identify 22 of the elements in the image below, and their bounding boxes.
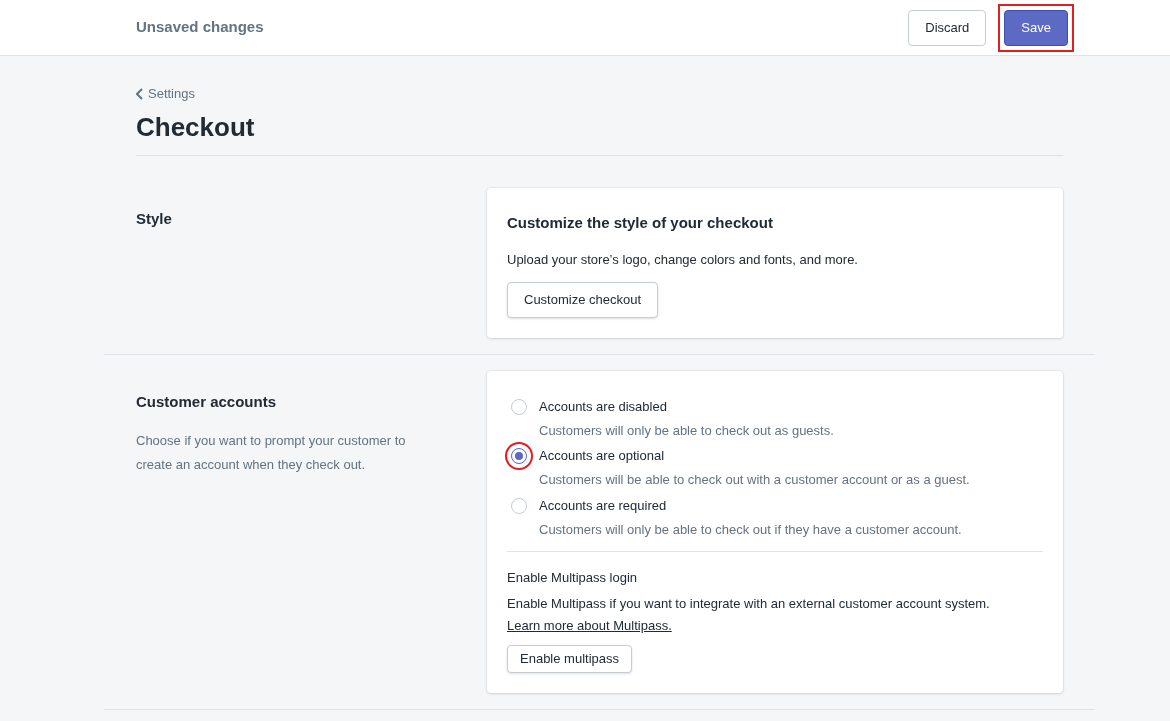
unsaved-changes-title: Unsaved changes xyxy=(136,17,264,38)
radio-label: Accounts are optional xyxy=(539,447,665,466)
card-text: Upload your store’s logo, change colors and fonts, and more. xyxy=(507,251,858,269)
card-heading: Customize the style of your checkout xyxy=(507,212,773,233)
learn-more-link[interactable]: Learn more about Multipass. xyxy=(507,618,672,633)
chevron-left-icon xyxy=(136,87,144,100)
page-title: Checkout xyxy=(136,107,1063,156)
section-title: Style xyxy=(136,208,173,229)
multipass-heading: Enable Multipass login xyxy=(507,569,639,587)
discard-button[interactable]: Discard xyxy=(908,9,987,46)
save-button[interactable]: Save xyxy=(1004,9,1068,46)
section-description: Choose if you want to prompt your customer to create an account when they check out. xyxy=(136,432,407,474)
enable-multipass-button[interactable]: Enable multipass xyxy=(507,645,632,673)
radio-help-text: Customers will only be able to check out as guests. xyxy=(539,421,835,440)
radio-label: Accounts are disabled xyxy=(539,397,667,416)
back-link[interactable]: Settings xyxy=(136,84,1063,104)
multipass-text: Enable Multipass if you want to integrate with an external customer account system. xyxy=(507,594,991,613)
radio-help-text: Customers will be able to check out with a customer account or as a guest. xyxy=(539,471,971,489)
radio-label: Accounts are required xyxy=(539,496,667,515)
radio-help-text: Customers will only be able to check out if they have a customer account. xyxy=(539,520,963,539)
section-title: Customer accounts xyxy=(136,391,278,412)
customize-checkout-button[interactable]: Customize checkout xyxy=(507,281,659,318)
